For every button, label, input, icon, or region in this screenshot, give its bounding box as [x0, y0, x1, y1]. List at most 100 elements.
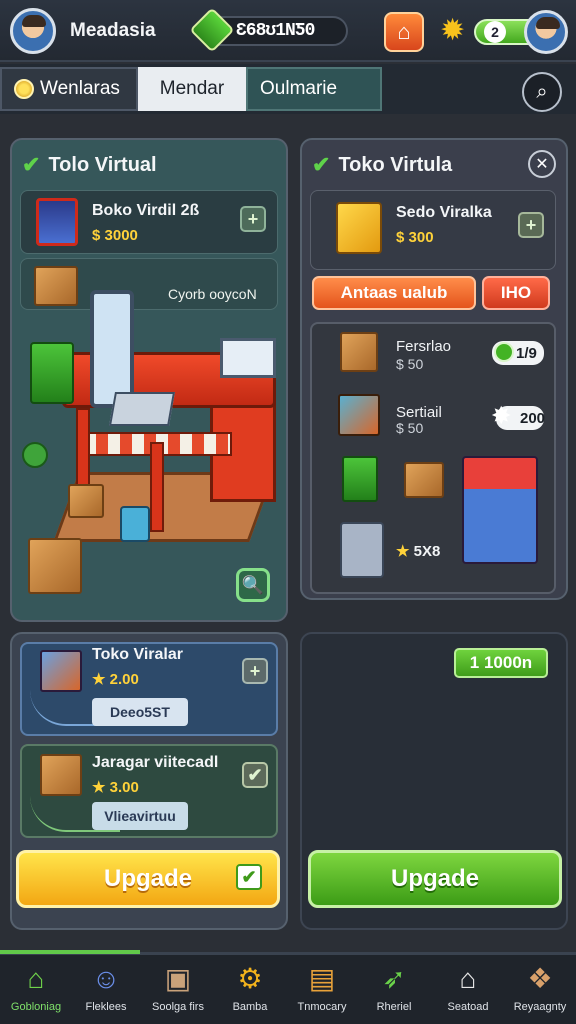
- tab-label: Wenlaras: [40, 78, 120, 99]
- price-value: 2.00: [109, 671, 139, 688]
- green-dot-icon: [494, 342, 514, 362]
- left-panel-title: ✔ Tolo Virtual: [22, 152, 157, 178]
- nav-label: Reyaagnty: [513, 1001, 567, 1013]
- list-item-name: Sertiail: [396, 404, 442, 421]
- tab-label: Oulmarie: [260, 78, 338, 99]
- upgrade-checkbox[interactable]: ✔: [236, 864, 262, 890]
- small-box-icon: [68, 484, 104, 518]
- upgrade-button-green[interactable]: Upgade: [308, 850, 562, 908]
- list-item-badge[interactable]: ✸ 200: [492, 403, 546, 430]
- check-icon: ✔: [22, 152, 41, 177]
- upgrade-label: Upgade: [390, 865, 479, 892]
- panel-title-text: Tolo Virtual: [48, 153, 157, 176]
- right-item-add-button[interactable]: +: [518, 212, 544, 238]
- home-icon: ⌂: [27, 963, 45, 994]
- nav-label: Rheriel: [376, 1001, 412, 1013]
- vending-machine-icon: [340, 522, 384, 578]
- panel-title-text: Toko Virtula: [338, 153, 453, 176]
- blue-box-icon: [338, 394, 380, 436]
- chest-icon: ▤: [308, 963, 336, 994]
- nav-label: Fleklees: [85, 1001, 127, 1013]
- card-1-boost-button[interactable]: Deeo5ST: [92, 698, 188, 726]
- close-icon: ✕: [535, 156, 549, 173]
- right-item-name: Sedo Viralka: [396, 204, 492, 221]
- nav-item-home[interactable]: ⌂ Gobloniag: [0, 955, 72, 1021]
- coin-icon: [14, 79, 34, 99]
- card-2-check-button[interactable]: ✔: [242, 762, 268, 788]
- check-icon: ✔: [312, 152, 331, 177]
- card-2-name: Jaragar viitecadl: [92, 754, 219, 771]
- card-1-name: Toko Viralar: [92, 646, 183, 663]
- nav-label: Seatoad: [447, 1001, 489, 1013]
- right-panel-title: ✔ Toko Virtula: [312, 152, 452, 178]
- tab-oulmarie[interactable]: Oulmarie: [246, 67, 382, 111]
- nav-item-settings[interactable]: ⚙ Bamba: [214, 955, 286, 1021]
- list-item-badge[interactable]: 1/9: [492, 341, 544, 365]
- monitor-icon: [220, 338, 276, 378]
- zoom-button[interactable]: 🔍: [236, 568, 270, 602]
- active-tab-indicator: [0, 950, 140, 954]
- right-item-price: $ 300: [396, 229, 434, 246]
- nav-label: Bamba: [232, 1001, 268, 1013]
- star-icon: ★: [396, 543, 410, 560]
- player-username: Meadasia: [70, 20, 156, 41]
- search-button[interactable]: ⌕: [522, 72, 562, 112]
- zoom-icon: 🔍: [241, 574, 265, 595]
- reward-pill[interactable]: 1 1000n: [454, 648, 548, 678]
- player-avatar[interactable]: [10, 8, 56, 54]
- nav-label: Tnmocary: [297, 1001, 347, 1013]
- star-icon: ★: [92, 671, 110, 688]
- tab-mendar[interactable]: Mendar: [138, 67, 246, 111]
- price-value: 3.00: [109, 779, 139, 796]
- nav-item-boost[interactable]: ➶ Rheriel: [358, 955, 430, 1021]
- cardboard-box-icon: [28, 538, 82, 594]
- card-1-add-button[interactable]: +: [242, 658, 268, 684]
- package-icon: [40, 754, 82, 796]
- card-2-price: ★ 3.00: [92, 778, 139, 796]
- star-price: ★ 5X8: [396, 542, 440, 560]
- left-item-price: $ 3000: [92, 227, 138, 244]
- tab-wenlaras[interactable]: Wenlaras: [0, 67, 138, 111]
- badge-text: 1/9: [516, 344, 537, 362]
- nav-label: Soolga firs: [152, 1001, 204, 1013]
- star-icon: ★: [92, 779, 110, 796]
- nav-item-rewards[interactable]: ❖ Reyaagnty: [504, 955, 576, 1021]
- nav-label: Gobloniag: [10, 1001, 62, 1013]
- blue-bucket-icon: [120, 506, 150, 542]
- nav-item-storage[interactable]: ▣ Soolga firs: [142, 955, 214, 1021]
- nav-item-shop[interactable]: ⌂ Seatoad: [432, 955, 504, 1021]
- close-button[interactable]: ✕: [528, 150, 556, 178]
- energy-value: 2: [484, 21, 506, 43]
- currency-value: Ɛ68ʊ1NƼ0: [236, 21, 315, 41]
- badge-text: 200: [520, 409, 546, 427]
- nav-item-inventory[interactable]: ▤ Tnmocary: [286, 955, 358, 1021]
- package-icon: [404, 462, 444, 498]
- primary-action-button[interactable]: Antaas ualub: [312, 276, 476, 310]
- green-crate-icon: [30, 342, 74, 404]
- friend-avatar[interactable]: [524, 10, 568, 54]
- list-item-price: $ 50: [396, 356, 424, 372]
- left-item-add-button[interactable]: +: [240, 206, 266, 232]
- card-2-boost-button[interactable]: Vlieavirtuu: [92, 802, 188, 830]
- star-price-value: 5X8: [413, 543, 441, 560]
- tree-icon: [22, 442, 48, 468]
- gear-icon: ⚙: [237, 963, 263, 994]
- shop-box-icon: [40, 650, 82, 692]
- tab-label: Mendar: [159, 78, 225, 99]
- nav-item-friends[interactable]: ☺ Fleklees: [70, 955, 142, 1021]
- search-icon: ⌕: [536, 80, 548, 103]
- upgrade-label: Upgade: [103, 865, 192, 892]
- list-item-price: $ 50: [396, 420, 424, 436]
- leaf-box-icon: ❖: [527, 963, 553, 994]
- phone-icon: [90, 290, 134, 408]
- gear-badge-icon: ✸: [492, 403, 511, 428]
- secondary-action-button[interactable]: IHO: [482, 276, 550, 310]
- rocket-icon: ➶: [382, 963, 406, 994]
- card-1-price: ★ 2.00: [92, 670, 139, 688]
- shop-icon: ⌂: [459, 963, 477, 994]
- shop-mid-post: [150, 442, 164, 532]
- mini-shop-icon: [462, 456, 538, 564]
- laptop-icon: [109, 392, 175, 426]
- home-button[interactable]: ⌂: [384, 12, 424, 52]
- sun-icon: ✹: [440, 14, 466, 47]
